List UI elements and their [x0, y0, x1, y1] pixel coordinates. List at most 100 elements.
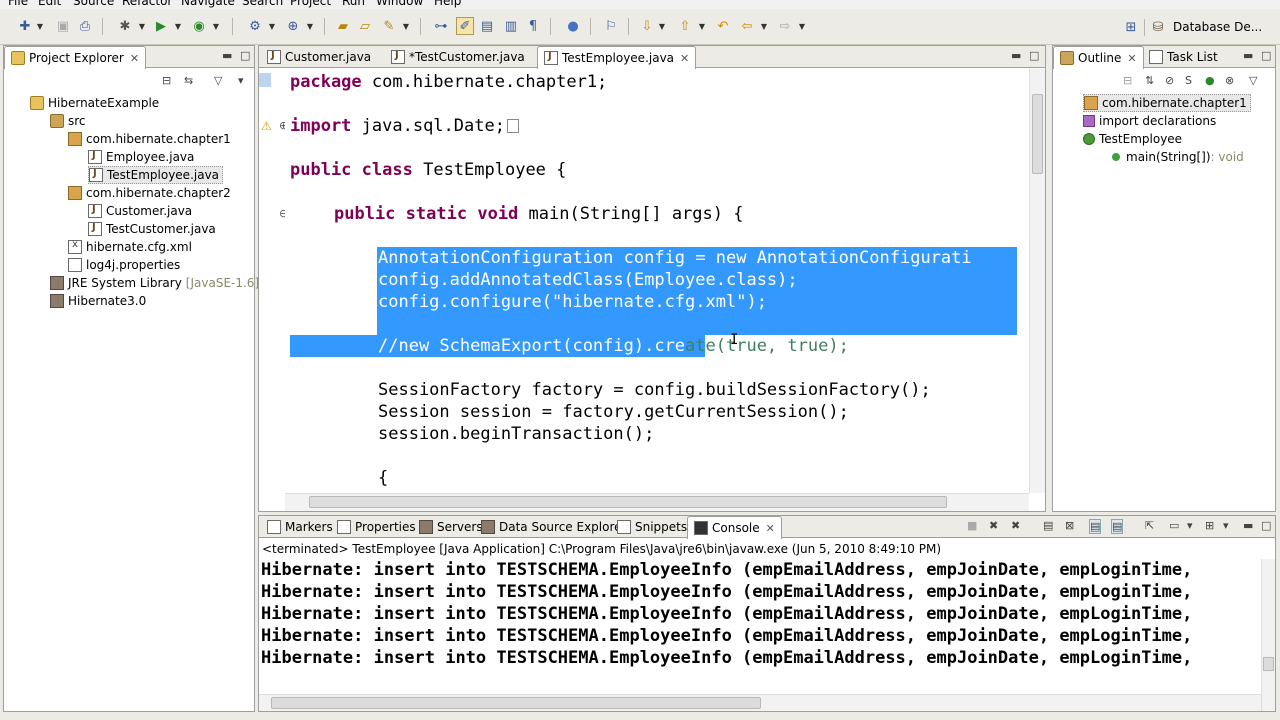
debug-icon[interactable]: ✱: [116, 17, 134, 35]
tree-item-package-chapter2[interactable]: com.hibernate.chapter2: [68, 184, 231, 202]
minimize-icon[interactable]: ▬: [222, 49, 232, 62]
new-server-icon[interactable]: ⚙: [246, 17, 264, 35]
tab-testcustomer-java[interactable]: *TestCustomer.java: [385, 46, 531, 68]
new-class-dropdown-icon[interactable]: ▼: [306, 17, 314, 35]
maximize-icon[interactable]: □: [1261, 519, 1271, 532]
tab-outline[interactable]: Outline ✕: [1053, 46, 1144, 69]
tree-item-hibernate-cfg[interactable]: hibernate.cfg.xml: [68, 238, 192, 256]
tab-console[interactable]: Console ✕: [687, 516, 782, 539]
open-console-icon[interactable]: ⊞: [1205, 519, 1214, 532]
outline-item-main-method[interactable]: main(String[]) : void: [1109, 148, 1244, 166]
open-console-dropdown-icon[interactable]: ▾: [1223, 519, 1229, 532]
back-dropdown-icon[interactable]: ▼: [760, 17, 768, 35]
tree-item-customer-java[interactable]: Customer.java: [88, 202, 192, 220]
warning-icon[interactable]: ⚠: [261, 119, 272, 133]
tab-data-source-explorer[interactable]: Data Source Explorer: [475, 516, 632, 538]
hide-local-types-icon[interactable]: ⊗: [1225, 74, 1234, 87]
view-menu-icon[interactable]: ▽: [214, 74, 222, 87]
tree-item-employee-java[interactable]: Employee.java: [88, 148, 194, 166]
tab-markers[interactable]: Markers: [261, 516, 339, 538]
console-output[interactable]: Hibernate: insert into TESTSCHEMA.Employ…: [259, 559, 1261, 689]
new-icon[interactable]: ✚: [16, 17, 34, 35]
link-with-editor-icon[interactable]: ⇆: [184, 74, 193, 87]
previous-annotation-dropdown-icon[interactable]: ▼: [698, 17, 706, 35]
open-type-icon[interactable]: ▰: [334, 17, 352, 35]
hide-static-icon[interactable]: S: [1185, 74, 1192, 87]
forward-icon[interactable]: ⇨: [776, 17, 794, 35]
menu-source[interactable]: Source: [73, 0, 114, 8]
hide-non-public-icon[interactable]: ●: [1205, 74, 1215, 87]
scrollbar-thumb[interactable]: [1263, 657, 1274, 671]
outline-item-package[interactable]: com.hibernate.chapter1: [1083, 94, 1251, 112]
clear-console-icon[interactable]: ▤: [1043, 519, 1053, 532]
menu-run[interactable]: Run: [342, 0, 365, 8]
folded-code-icon[interactable]: [506, 119, 519, 133]
tree-item-log4j[interactable]: log4j.properties: [68, 256, 180, 274]
tab-testemployee-java[interactable]: TestEmployee.java ✕: [537, 46, 697, 69]
tree-item-src[interactable]: src: [50, 112, 86, 130]
external-tools-icon[interactable]: ◉: [190, 17, 208, 35]
view-menu-dropdown-icon[interactable]: ▾: [238, 74, 244, 87]
mark-occurrences-icon[interactable]: ✐: [456, 17, 474, 35]
outline-item-imports[interactable]: import declarations: [1083, 112, 1216, 130]
maximize-icon[interactable]: □: [240, 49, 250, 62]
menu-edit[interactable]: Edit: [38, 0, 61, 8]
print-icon[interactable]: ⎙: [76, 17, 94, 35]
tab-project-explorer[interactable]: Project Explorer ✕: [4, 46, 147, 69]
search-dropdown-icon[interactable]: ▼: [402, 17, 410, 35]
pin-console-icon[interactable]: ⇱: [1145, 519, 1154, 532]
scrollbar-thumb[interactable]: [309, 496, 947, 508]
save-icon[interactable]: ▣: [54, 17, 72, 35]
terminate-icon[interactable]: ■: [967, 519, 977, 532]
run-icon[interactable]: ▶: [152, 17, 170, 35]
minimize-icon[interactable]: ▬: [1243, 519, 1253, 532]
show-paragraph-icon[interactable]: ¶: [524, 17, 542, 35]
remove-all-terminated-icon[interactable]: ✖: [1011, 519, 1020, 532]
tab-task-list[interactable]: Task List: [1143, 46, 1224, 68]
new-server-dropdown-icon[interactable]: ▼: [268, 17, 276, 35]
open-resource-icon[interactable]: ▱: [356, 17, 374, 35]
show-whitespace-icon[interactable]: ▥: [502, 17, 520, 35]
tab-properties[interactable]: Properties: [331, 516, 422, 538]
block-selection-icon[interactable]: ▤: [478, 17, 496, 35]
remove-launch-icon[interactable]: ✖: [989, 519, 998, 532]
menu-search[interactable]: Search: [242, 0, 283, 8]
console-vertical-scrollbar[interactable]: [1261, 559, 1275, 711]
previous-annotation-icon[interactable]: ⇧: [676, 17, 694, 35]
last-edit-location-icon[interactable]: ↶: [714, 17, 732, 35]
maximize-icon[interactable]: □: [1261, 49, 1271, 62]
close-icon[interactable]: ✕: [1127, 52, 1136, 65]
tree-item-jre-library[interactable]: JRE System Library [JavaSE-1.6]: [50, 274, 259, 292]
external-tools-dropdown-icon[interactable]: ▼: [212, 17, 220, 35]
web-browser-icon[interactable]: ●: [564, 17, 582, 35]
close-icon[interactable]: ✕: [766, 522, 775, 535]
tab-customer-java[interactable]: Customer.java: [261, 46, 377, 68]
outline-item-class[interactable]: TestEmployee: [1083, 130, 1182, 148]
open-perspective-icon[interactable]: ⊞: [1122, 18, 1140, 36]
scroll-lock-icon[interactable]: ⊠: [1065, 519, 1074, 532]
close-icon[interactable]: ✕: [680, 52, 689, 65]
forward-dropdown-icon[interactable]: ▼: [798, 17, 806, 35]
pin-editor-icon[interactable]: ⚐: [602, 17, 620, 35]
tree-item-hibernate-lib[interactable]: Hibernate3.0: [50, 292, 146, 310]
editor-horizontal-scrollbar[interactable]: [285, 493, 1029, 511]
menu-file[interactable]: File: [8, 0, 28, 8]
debug-dropdown-icon[interactable]: ▼: [138, 17, 146, 35]
sort-icon[interactable]: ⇅: [1145, 74, 1154, 87]
tree-item-testemployee-java[interactable]: TestEmployee.java: [88, 166, 224, 184]
perspective-switcher[interactable]: ⊞ ⛁ Database De...: [1122, 17, 1262, 37]
word-wrap-icon[interactable]: ▤: [1089, 519, 1102, 534]
menu-window[interactable]: Window: [376, 0, 423, 8]
code-editor[interactable]: package com.hibernate.chapter1; import j…: [285, 69, 1029, 493]
display-console-icon[interactable]: ▭: [1169, 519, 1179, 532]
console-horizontal-scrollbar[interactable]: [259, 694, 1261, 711]
show-console-icon[interactable]: ▤: [1111, 519, 1124, 534]
next-annotation-icon[interactable]: ⇩: [638, 17, 656, 35]
display-console-dropdown-icon[interactable]: ▾: [1187, 519, 1193, 532]
collapse-all-icon[interactable]: ⊟: [1123, 74, 1132, 87]
menu-refactor[interactable]: Refactor: [122, 0, 172, 8]
minimize-icon[interactable]: ▬: [1243, 49, 1253, 62]
tree-item-testcustomer-java[interactable]: TestCustomer.java: [88, 220, 216, 238]
editor-vertical-scrollbar[interactable]: [1029, 69, 1045, 493]
minimize-icon[interactable]: ▬: [1011, 49, 1021, 62]
